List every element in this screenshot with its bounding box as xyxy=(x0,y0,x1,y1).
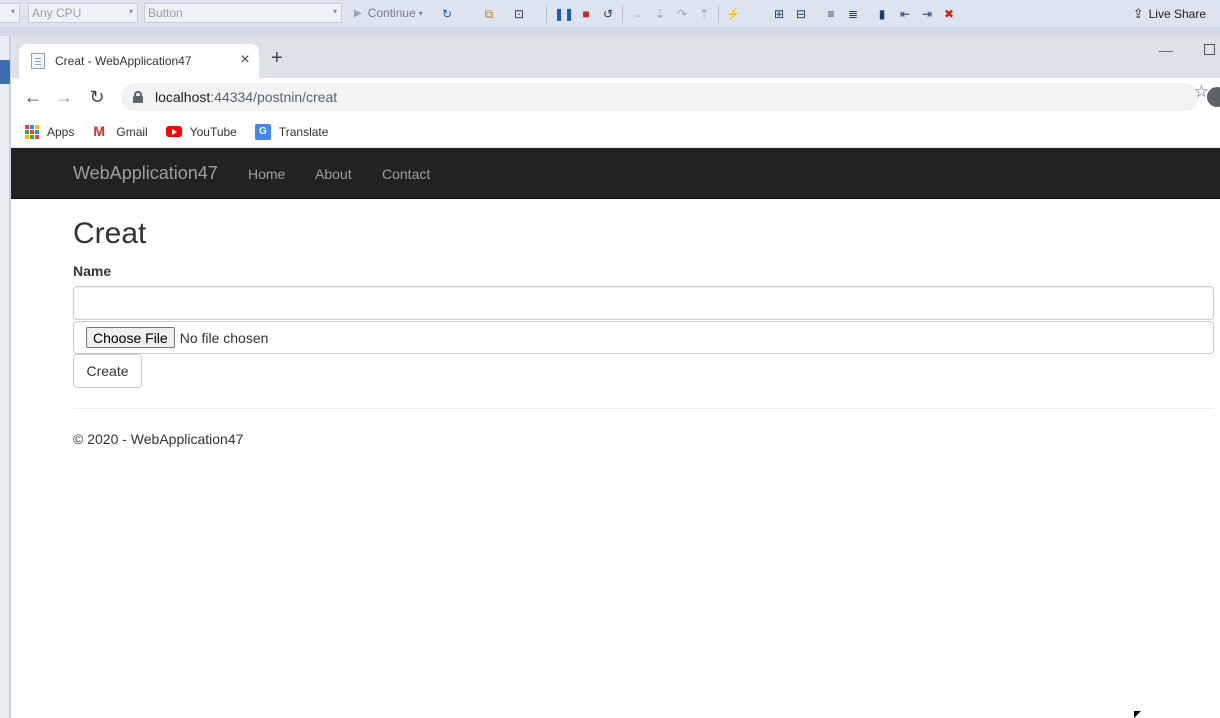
bookmark-label: Gmail xyxy=(116,124,148,139)
step-over-icon[interactable]: ↷ xyxy=(673,5,691,23)
tree-icon[interactable]: ⊞ xyxy=(770,5,788,23)
bookmark-label: Translate xyxy=(278,124,329,139)
tab-strip: Creat - WebApplication47 × + — xyxy=(11,36,1220,78)
profile-avatar-icon[interactable] xyxy=(1207,87,1220,107)
nav-link-about[interactable]: About xyxy=(315,166,352,182)
bookmark-gmail[interactable]: Gmail xyxy=(92,123,148,139)
name-label: Name xyxy=(73,263,112,279)
vs-platform-dropdown[interactable]: Any CPU ▾ xyxy=(28,3,138,23)
url-path: :44334/postnin/creat xyxy=(210,89,338,105)
browser-toolbar: ← → ↻ localhost:44334/postnin/creat ☆ xyxy=(11,78,1220,116)
screenshot-icon[interactable]: ⊡ xyxy=(510,5,528,23)
play-icon: ▶ xyxy=(354,7,362,19)
web-page: WebApplication47 Home About Contact Crea… xyxy=(11,148,1220,718)
gmail-icon xyxy=(92,123,108,139)
choose-file-button[interactable]: Choose File xyxy=(86,327,175,348)
vs-secondary-toolbar xyxy=(0,28,1220,36)
bookmark-apps[interactable]: Apps xyxy=(25,124,75,139)
bookmark-label: Apps xyxy=(47,124,75,139)
vs-continue-label: Continue xyxy=(367,6,416,20)
next-bookmark-icon[interactable]: ⇥ xyxy=(918,5,936,23)
vs-platform-dropdown-value: Any CPU xyxy=(32,6,82,20)
visual-studio-toolbar: ▾ Any CPU ▾ Button ▾ ▶ Continue ▾ ↻ ⧉ ⊡ ❚❚… xyxy=(0,0,1220,28)
vs-continue-button[interactable]: ▶ Continue ▾ xyxy=(354,6,423,20)
back-icon[interactable]: ← xyxy=(22,86,44,108)
refresh-icon[interactable]: ↻ xyxy=(438,5,456,23)
indent-icon[interactable]: ≡ xyxy=(822,5,840,23)
translate-icon: G xyxy=(254,123,271,140)
url-text: localhost:44334/postnin/creat xyxy=(155,89,337,105)
browser-window: Creat - WebApplication47 × + — ← → ↻ loc… xyxy=(10,36,1220,718)
minimize-icon[interactable]: — xyxy=(1159,42,1173,58)
layout-icon[interactable]: ⊟ xyxy=(792,5,810,23)
footer-divider xyxy=(73,408,1214,409)
tab-title: Creat - WebApplication47 xyxy=(55,54,192,68)
nav-link-home[interactable]: Home xyxy=(248,166,285,182)
close-icon[interactable]: × xyxy=(237,52,253,68)
bookmark-label: YouTube xyxy=(189,124,237,139)
address-bar[interactable]: localhost:44334/postnin/creat xyxy=(121,83,1199,111)
outdent-icon[interactable]: ≣ xyxy=(844,5,862,23)
page-favicon-icon xyxy=(31,53,45,69)
chevron-down-icon: ▾ xyxy=(418,8,423,18)
file-input[interactable]: Choose File No file chosen xyxy=(73,321,1214,354)
step-into-icon[interactable]: ⇣ xyxy=(651,5,669,23)
footer-copyright: © 2020 - WebApplication47 xyxy=(73,431,244,447)
bookmark-translate[interactable]: G Translate xyxy=(254,123,329,140)
mouse-cursor-icon xyxy=(1134,711,1141,718)
vs-startup-dropdown[interactable]: Button ▾ xyxy=(144,3,342,23)
apps-grid-icon xyxy=(25,124,39,139)
bookmark-icon[interactable]: ▮ xyxy=(873,5,891,23)
forward-icon[interactable]: → xyxy=(53,86,75,108)
browser-link-icon[interactable]: ⧉ xyxy=(480,5,498,23)
hot-reload-icon[interactable]: ⚡ xyxy=(724,5,742,23)
name-input[interactable] xyxy=(73,286,1214,320)
create-button[interactable]: Create xyxy=(73,354,142,388)
vs-left-panel xyxy=(0,36,10,718)
new-tab-icon[interactable]: + xyxy=(271,48,283,68)
file-status-text: No file chosen xyxy=(179,329,269,346)
clear-bookmarks-icon[interactable]: ✖ xyxy=(940,5,958,23)
youtube-icon xyxy=(165,126,182,137)
show-next-statement-icon[interactable]: → xyxy=(628,5,646,23)
vs-config-dropdown[interactable]: ▾ xyxy=(0,3,20,23)
share-icon: ⇪ xyxy=(1132,6,1144,21)
step-out-icon[interactable]: ⇡ xyxy=(695,5,713,23)
bookmarks-bar: Apps Gmail YouTube G Translate xyxy=(11,116,1220,148)
pause-icon[interactable]: ❚❚ xyxy=(554,5,574,23)
site-brand-link[interactable]: WebApplication47 xyxy=(73,163,218,184)
page-title: Creat xyxy=(73,217,147,250)
restart-icon[interactable]: ↺ xyxy=(599,5,617,23)
maximize-icon[interactable] xyxy=(1204,44,1215,55)
tab-active[interactable]: Creat - WebApplication47 × xyxy=(19,44,259,78)
reload-icon[interactable]: ↻ xyxy=(86,86,108,108)
prev-bookmark-icon[interactable]: ⇤ xyxy=(896,5,914,23)
site-navbar: WebApplication47 Home About Contact xyxy=(11,148,1220,199)
nav-link-contact[interactable]: Contact xyxy=(382,166,430,182)
vs-startup-dropdown-value: Button xyxy=(148,6,183,20)
url-host: localhost xyxy=(155,89,211,105)
stop-icon[interactable]: ■ xyxy=(577,5,595,23)
bookmark-youtube[interactable]: YouTube xyxy=(165,124,237,139)
lock-icon xyxy=(133,91,143,103)
live-share-button[interactable]: ⇪ Live Share xyxy=(1133,6,1206,22)
live-share-label: Live Share xyxy=(1148,7,1206,21)
vs-panel-tab[interactable] xyxy=(0,60,10,84)
